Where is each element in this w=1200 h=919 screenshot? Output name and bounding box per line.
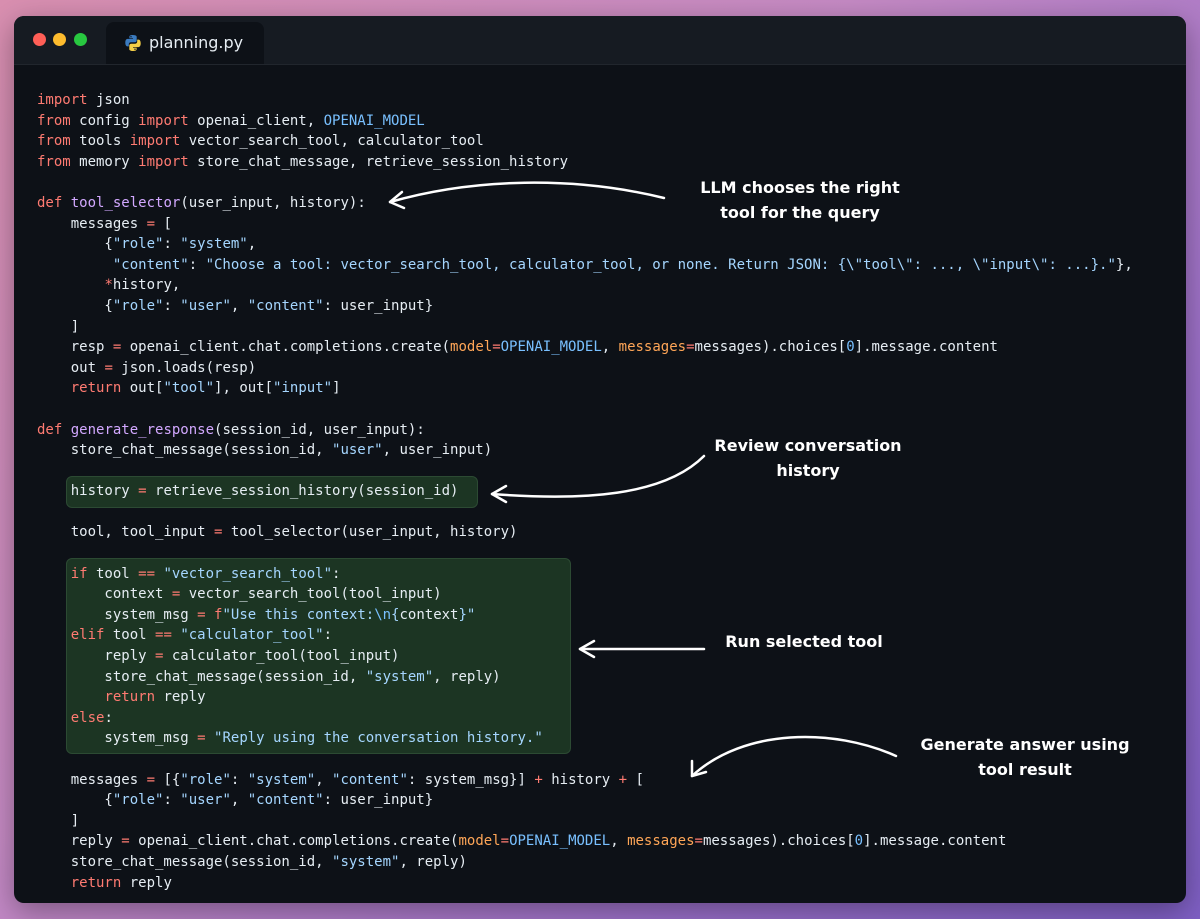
arrow-history xyxy=(490,454,706,498)
annotation-history-line1: Review conversation xyxy=(714,436,902,455)
arrow-llm xyxy=(388,181,666,204)
annotation-llm: LLM chooses the right tool for the query xyxy=(670,175,930,225)
annotation-llm-line2: tool for the query xyxy=(720,203,880,222)
annotation-tool-line1: Run selected tool xyxy=(725,632,883,651)
annotation-answer-line2: tool result xyxy=(978,760,1072,779)
annotation-tool: Run selected tool xyxy=(704,629,904,654)
annotation-history: Review conversation history xyxy=(698,433,918,483)
annotation-history-line2: history xyxy=(776,461,840,480)
annotation-llm-line1: LLM chooses the right xyxy=(700,178,900,197)
annotation-answer: Generate answer using tool result xyxy=(900,732,1150,782)
editor-window: planning.py import json from config impor… xyxy=(14,16,1186,903)
arrow-answer xyxy=(690,735,898,778)
annotation-answer-line1: Generate answer using xyxy=(920,735,1130,754)
